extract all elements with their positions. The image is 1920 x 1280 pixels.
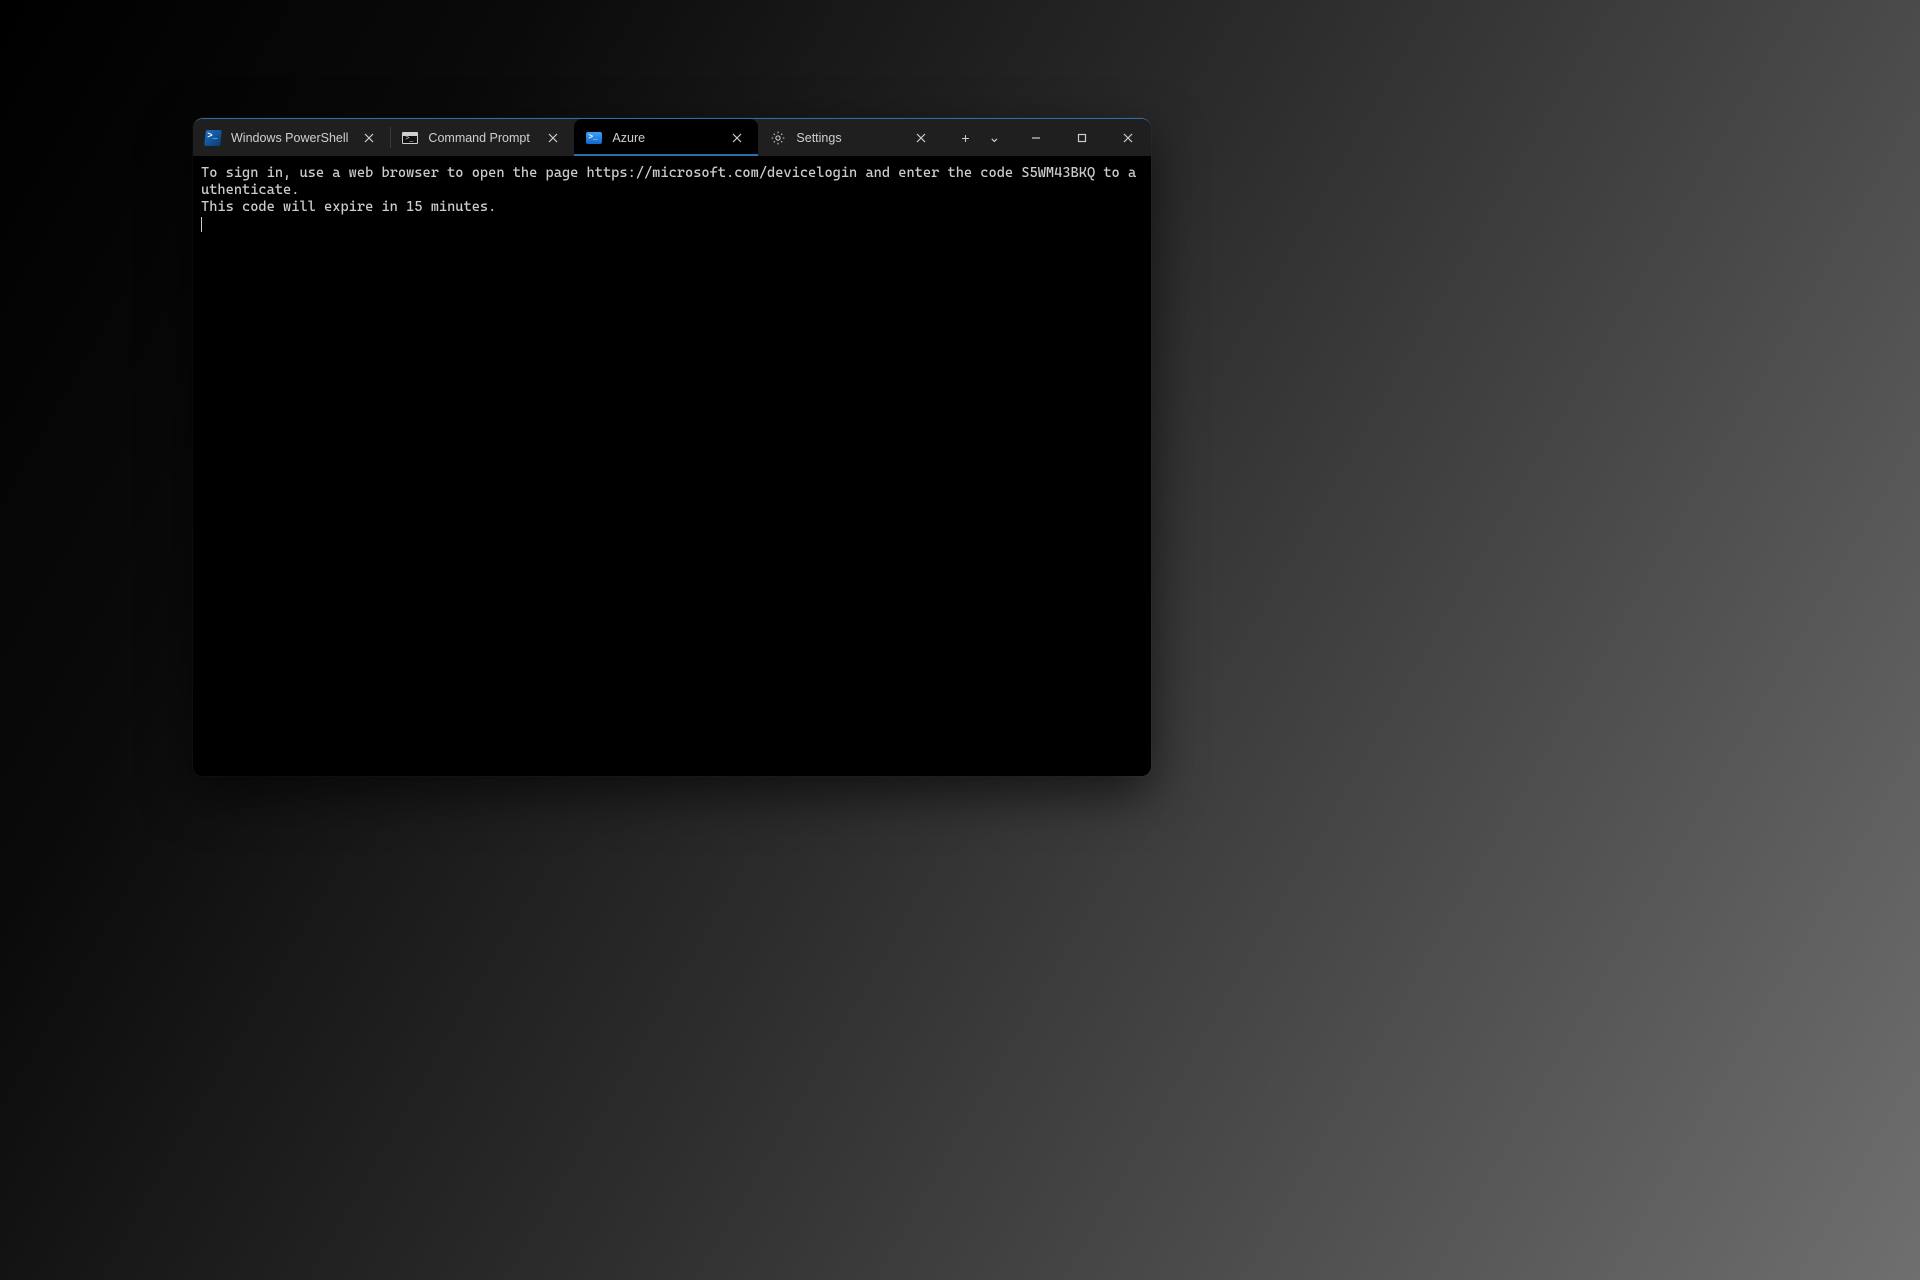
tab-strip: Windows PowerShell Command Prompt Azure bbox=[193, 119, 942, 156]
azure-icon bbox=[586, 130, 602, 146]
close-tab-button[interactable] bbox=[910, 127, 932, 149]
powershell-icon bbox=[205, 130, 221, 146]
new-tab-button[interactable]: + bbox=[948, 123, 982, 153]
terminal-window: Windows PowerShell Command Prompt Azure bbox=[193, 118, 1151, 776]
close-tab-button[interactable] bbox=[358, 127, 380, 149]
tab-label: Azure bbox=[612, 131, 716, 145]
tab-cmd[interactable]: Command Prompt bbox=[390, 119, 574, 156]
close-tab-button[interactable] bbox=[542, 127, 564, 149]
gear-icon bbox=[770, 130, 786, 146]
close-window-button[interactable] bbox=[1105, 119, 1151, 156]
tab-dropdown-button[interactable]: ⌄ bbox=[982, 123, 1006, 153]
titlebar-drag-region[interactable] bbox=[1006, 119, 1013, 156]
tab-actions: + ⌄ bbox=[948, 119, 1006, 156]
text-cursor bbox=[201, 217, 202, 232]
window-controls bbox=[1013, 119, 1151, 156]
plus-icon: + bbox=[961, 130, 969, 146]
terminal-viewport[interactable]: To sign in, use a web browser to open th… bbox=[193, 157, 1151, 776]
close-tab-button[interactable] bbox=[726, 127, 748, 149]
terminal-line: To sign in, use a web browser to open th… bbox=[201, 165, 1136, 198]
tab-label: Windows PowerShell bbox=[231, 131, 348, 145]
minimize-button[interactable] bbox=[1013, 119, 1059, 156]
tab-label: Command Prompt bbox=[428, 131, 532, 145]
chevron-down-icon: ⌄ bbox=[989, 129, 1001, 146]
maximize-button[interactable] bbox=[1059, 119, 1105, 156]
tab-label: Settings bbox=[796, 131, 900, 145]
tab-azure[interactable]: Azure bbox=[574, 119, 758, 156]
titlebar[interactable]: Windows PowerShell Command Prompt Azure bbox=[193, 119, 1151, 157]
terminal-line: This code will expire in 15 minutes. bbox=[201, 199, 496, 215]
tab-powershell[interactable]: Windows PowerShell bbox=[193, 119, 390, 156]
cmd-icon bbox=[402, 130, 418, 146]
tab-settings[interactable]: Settings bbox=[758, 119, 942, 156]
